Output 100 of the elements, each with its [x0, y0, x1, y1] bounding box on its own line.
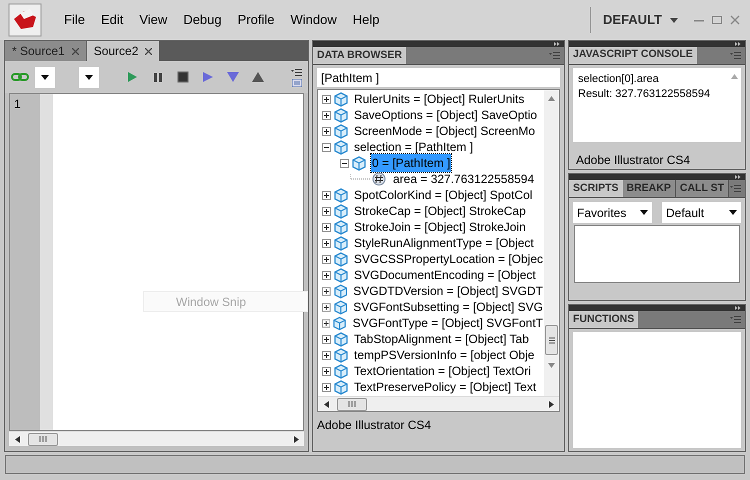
expand-toggle-icon[interactable] — [322, 110, 331, 120]
step-over-icon[interactable] — [202, 71, 214, 83]
cube-icon — [334, 92, 348, 106]
panel-tab[interactable]: JAVASCRIPT CONSOLE — [569, 46, 697, 64]
dropdown[interactable]: Favorites — [573, 202, 652, 223]
dropdown[interactable]: Default — [662, 202, 741, 223]
status-text: Adobe Illustrator CS4 — [316, 417, 432, 434]
collapse-toggle-icon[interactable] — [322, 142, 331, 152]
expand-toggle-icon[interactable] — [322, 302, 331, 312]
expand-toggle-icon[interactable] — [322, 286, 331, 296]
scrollbar-thumb[interactable] — [545, 325, 558, 355]
console-line: Result: 327.763122558594 — [578, 86, 712, 102]
expand-toggle-icon[interactable] — [322, 254, 331, 264]
target-dropdown[interactable] — [35, 66, 55, 88]
tree-item[interactable]: TextOrientation = [Object] TextOri — [353, 362, 532, 380]
scrollbar-thumb[interactable] — [337, 398, 367, 410]
console-line: selection[0].area — [578, 72, 660, 87]
tree-item[interactable]: StrokeCap = [Object] StrokeCap — [353, 202, 527, 220]
menu-item[interactable]: Help — [344, 10, 388, 30]
editor-tab[interactable]: * Source1 — [5, 41, 87, 61]
tree-item[interactable]: SVGDocumentEncoding = [Object — [353, 266, 537, 284]
path-field[interactable]: [PathItem ] — [317, 68, 560, 87]
close-icon[interactable] — [145, 48, 152, 54]
down-arrow-icon[interactable] — [548, 363, 555, 368]
collapse-toggle-icon[interactable] — [340, 158, 349, 168]
tree-item[interactable]: tempPSVersionInfo = [object Obje — [353, 346, 536, 364]
grip-icon — [548, 336, 554, 344]
menu-item[interactable]: Window — [282, 10, 345, 30]
caret-icon — [729, 210, 737, 215]
expand-toggle-icon[interactable] — [322, 126, 331, 136]
menu-item[interactable]: File — [56, 10, 93, 30]
expand-toggle-icon[interactable] — [322, 222, 331, 232]
expand-toggle-icon[interactable] — [322, 94, 331, 104]
scrollbar-thumb[interactable] — [28, 432, 58, 446]
grip-icon — [348, 401, 356, 407]
tree-item[interactable]: StrokeJoin = [Object] StrokeJoin — [353, 218, 527, 236]
tree-item[interactable]: 0 = [PathItem ] — [371, 154, 452, 172]
cube-icon — [334, 364, 348, 378]
tree-item[interactable]: RulerUnits = [Object] RulerUnits — [353, 90, 526, 108]
menu-item[interactable]: Debug — [175, 10, 230, 30]
expand-toggle-icon[interactable] — [322, 382, 331, 392]
tree-item[interactable]: selection = [PathItem ] — [353, 138, 474, 156]
stop-icon[interactable] — [177, 71, 189, 83]
workspace-dropdown[interactable]: DEFAULT — [590, 7, 688, 33]
tooltip: Window Snip — [143, 291, 308, 312]
expand-toggle-icon[interactable] — [322, 270, 331, 280]
list-icon[interactable] — [292, 78, 302, 86]
step-into-icon[interactable] — [227, 71, 239, 83]
left-arrow-icon[interactable] — [324, 400, 329, 408]
horizontal-scrollbar[interactable] — [9, 431, 304, 446]
pause-icon[interactable] — [152, 71, 164, 83]
up-arrow-icon[interactable] — [548, 96, 555, 101]
panel-tab[interactable]: FUNCTIONS — [569, 311, 638, 328]
panel-tab[interactable]: BREAKP — [622, 180, 676, 197]
panel-tab[interactable]: DATA BROWSER — [313, 47, 406, 64]
panel-tab[interactable]: SCRIPTS — [569, 180, 623, 197]
left-arrow-icon[interactable] — [15, 436, 20, 442]
close-icon[interactable] — [72, 48, 79, 54]
expand-toggle-icon[interactable] — [322, 334, 331, 344]
tree-item[interactable]: ScreenMode = [Object] ScreenMo — [353, 122, 536, 140]
script-list[interactable] — [574, 225, 740, 283]
tree-item[interactable]: SVGFontSubsetting = [Object] SVG — [352, 298, 544, 316]
right-arrow-icon[interactable] — [549, 400, 554, 408]
expand-toggle-icon[interactable] — [322, 238, 331, 248]
right-arrow-icon[interactable] — [294, 436, 299, 442]
function-dropdown[interactable] — [79, 66, 99, 88]
grip-icon — [39, 436, 47, 442]
tree-item[interactable]: SpotColorKind = [Object] SpotCol — [353, 186, 534, 204]
cube-icon — [334, 188, 348, 202]
cube-icon — [334, 204, 348, 218]
expand-toggle-icon[interactable] — [322, 366, 331, 376]
expand-toggle-icon[interactable] — [322, 190, 331, 200]
vertical-scrollbar[interactable] — [544, 90, 559, 396]
cube-icon — [334, 332, 348, 346]
tree-item[interactable]: SVGDTDVersion = [Object] SVGDT — [352, 282, 544, 300]
panel-tab[interactable]: CALL ST — [676, 180, 729, 197]
cube-icon — [333, 316, 347, 330]
step-out-icon[interactable] — [252, 71, 264, 83]
tree-item[interactable]: StyleRunAlignmentType = [Object — [353, 234, 535, 252]
expand-toggle-icon[interactable] — [322, 206, 331, 216]
line-number: 1 — [14, 96, 22, 112]
tree-item[interactable]: SVGCSSPropertyLocation = [Objec — [352, 250, 544, 268]
tree-item[interactable]: TabStopAlignment = [Object] Tab — [353, 330, 530, 348]
cube-icon — [334, 236, 348, 250]
expand-toggle-icon[interactable] — [322, 318, 330, 328]
tree-item[interactable]: SaveOptions = [Object] SaveOptio — [353, 106, 538, 124]
tree-item[interactable]: SVGFontType = [Object] SVGFontT — [352, 314, 544, 332]
caret-icon — [85, 74, 93, 80]
tree-item[interactable]: TextPreservePolicy = [Object] Text — [353, 378, 538, 396]
menu-item[interactable]: View — [131, 10, 176, 30]
caret-icon — [670, 18, 678, 22]
menu-item[interactable]: Profile — [230, 10, 282, 30]
expand-toggle-icon[interactable] — [322, 350, 331, 360]
editor-tab[interactable]: Source2 — [86, 41, 160, 61]
cube-icon — [334, 380, 348, 394]
panel-menu-icon[interactable] — [290, 68, 302, 76]
cube-icon — [334, 140, 348, 154]
horizontal-scrollbar[interactable] — [318, 396, 559, 411]
tree-item[interactable]: area = 327.763122558594 — [392, 170, 536, 188]
menu-item[interactable]: Edit — [92, 10, 132, 30]
